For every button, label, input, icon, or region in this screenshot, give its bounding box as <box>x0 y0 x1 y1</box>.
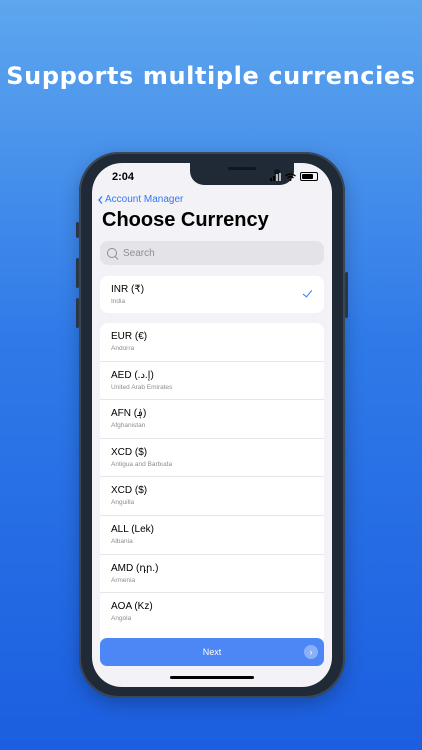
checkmark-icon <box>302 287 313 298</box>
phone-screen: 2:04 Account Manager Choose Currency Sea… <box>92 163 332 687</box>
currency-row[interactable]: AMD (դր.) Armenia <box>100 555 324 594</box>
currency-country: Armenia <box>111 576 136 584</box>
battery-icon <box>300 172 318 181</box>
phone-volume-down <box>76 298 79 328</box>
currency-row[interactable]: ALL (Lek) Albania <box>100 516 324 555</box>
next-button[interactable]: Next › <box>100 638 324 666</box>
currency-row[interactable]: EUR (€) Andorra <box>100 323 324 362</box>
signal-icon <box>270 172 281 181</box>
selected-currency-row[interactable]: INR (₹) India <box>100 276 324 313</box>
currency-list: EUR (€) Andorra AED (.إ.د) United Arab E… <box>100 323 324 643</box>
currency-country: Antigua and Barbuda <box>111 460 173 468</box>
currency-country: India <box>111 298 126 305</box>
search-icon <box>107 248 117 258</box>
currency-country: Andorra <box>111 345 135 352</box>
chevron-right-icon: › <box>304 645 318 659</box>
phone-volume-up <box>76 258 79 288</box>
currency-code: AMD (դր.) <box>111 562 159 574</box>
currency-code: AFN (؋) <box>111 408 147 420</box>
currency-country: Anguilla <box>111 499 135 507</box>
chevron-left-icon <box>98 195 103 204</box>
phone-silent-switch <box>76 222 79 238</box>
status-time: 2:04 <box>112 171 135 183</box>
currency-row[interactable]: XCD ($) Anguilla <box>100 477 324 516</box>
speaker <box>228 167 256 170</box>
headline: Supports multiple currencies <box>6 62 416 90</box>
currency-country: Angola <box>111 615 132 623</box>
home-indicator <box>170 676 254 679</box>
currency-code: AOA (Kz) <box>111 601 153 613</box>
selected-currency-card: INR (₹) India <box>100 276 324 313</box>
currency-code: INR (₹) <box>111 284 145 295</box>
back-label: Account Manager <box>105 194 184 205</box>
currency-code: XCD ($) <box>111 446 148 458</box>
page-title: Choose Currency <box>102 209 269 231</box>
currency-row[interactable]: AOA (Kz) Angola <box>100 593 324 631</box>
back-button[interactable]: Account Manager <box>98 194 183 205</box>
currency-country: Albania <box>111 537 133 545</box>
currency-code: AED (.إ.د) <box>111 369 154 381</box>
wifi-icon <box>285 172 296 181</box>
phone-power-button <box>345 272 348 318</box>
currency-row[interactable]: AED (.إ.د) United Arab Emirates <box>100 362 324 401</box>
currency-code: EUR (€) <box>111 331 148 342</box>
currency-code: ALL (Lek) <box>111 523 154 535</box>
currency-country: United Arab Emirates <box>111 383 173 391</box>
currency-row[interactable]: AFN (؋) Afghanistan <box>100 400 324 439</box>
search-placeholder: Search <box>123 247 155 259</box>
currency-country: Afghanistan <box>111 422 146 430</box>
currency-row[interactable]: XCD ($) Antigua and Barbuda <box>100 439 324 478</box>
currency-code: XCD ($) <box>111 485 148 497</box>
search-input[interactable]: Search <box>100 241 324 265</box>
status-icons <box>270 172 318 181</box>
next-label: Next <box>202 647 222 657</box>
